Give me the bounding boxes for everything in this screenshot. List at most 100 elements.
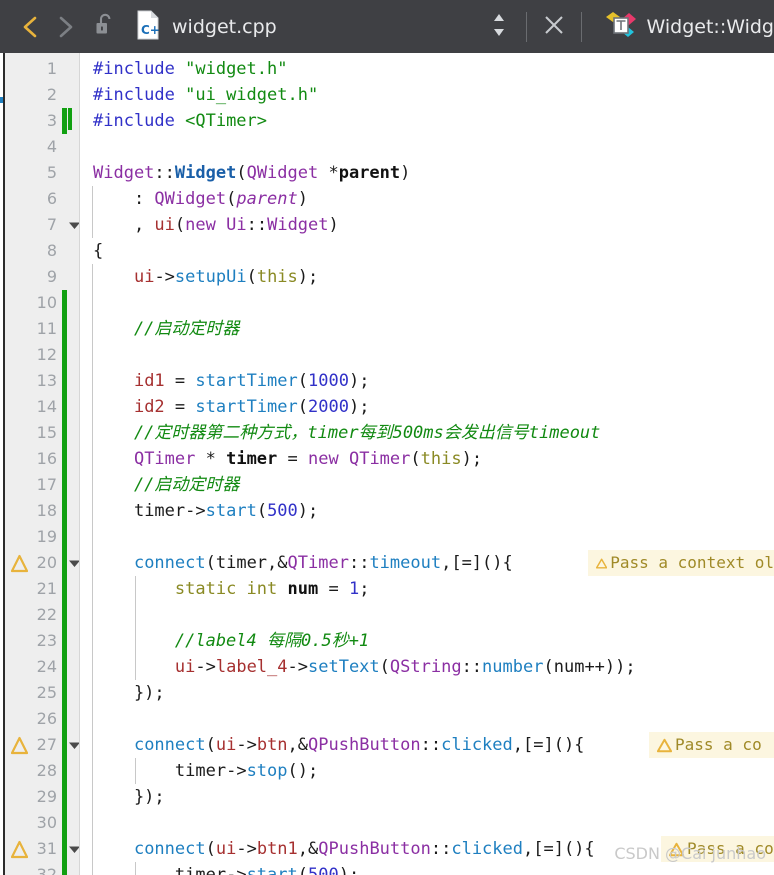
code-line[interactable]: timer->start(500); [80, 862, 774, 875]
code-token: = [164, 397, 196, 417]
filename-label[interactable]: widget.cpp [172, 16, 277, 38]
gutter-change-bar [62, 108, 67, 134]
code-line[interactable]: //定时器第二种方式，timer每到500ms会发出信号timeout [80, 420, 774, 446]
code-line[interactable] [80, 342, 774, 368]
code-token: -> [236, 735, 257, 755]
code-token: stop [246, 761, 288, 781]
code-token: = [277, 449, 308, 469]
indent-guide [92, 264, 93, 875]
code-line-text: timer->start(500); [93, 498, 318, 524]
code-token: ); [348, 397, 370, 417]
code-token: this [256, 267, 298, 287]
code-editor[interactable]: 1 2 3 4 5 6 7 8 9 10 11 12 13 14 15 16 17 18 19 20 21 22 23 24 2… [0, 53, 774, 875]
code-line[interactable]: #include <QTimer> [80, 108, 774, 134]
code-token: :: [154, 163, 175, 183]
code-line[interactable]: static int num = 1; [80, 576, 774, 602]
current-symbol-label[interactable]: Widget::Widg [647, 16, 774, 38]
code-line[interactable] [80, 290, 774, 316]
code-line[interactable]: : QWidget(parent) [80, 186, 774, 212]
code-line[interactable]: QTimer * timer = new QTimer(this); [80, 446, 774, 472]
code-token: ( [205, 735, 216, 755]
code-token: 500 [267, 501, 298, 521]
code-token: :: [461, 657, 483, 677]
code-line[interactable] [80, 524, 774, 550]
code-token: = [164, 371, 196, 391]
code-token: start [246, 865, 298, 875]
code-line[interactable]: //启动定时器 [80, 472, 774, 498]
code-line-text: #include "ui_widget.h" [93, 82, 318, 108]
code-token: ) [400, 163, 411, 183]
line-number: 10 [36, 293, 57, 312]
code-token: (); [287, 761, 319, 781]
code-token: ); [348, 371, 370, 391]
code-line[interactable]: { [80, 238, 774, 264]
code-token: ); [297, 501, 319, 521]
close-editor-button[interactable] [537, 7, 571, 47]
code-token: ( [246, 267, 257, 287]
code-token: QWidget [154, 189, 227, 209]
indent-guide [135, 862, 136, 875]
code-token: QPushButton [308, 735, 421, 755]
navigate-updown-button[interactable] [482, 7, 516, 47]
lock-toggle-button[interactable] [88, 7, 122, 47]
editor-gutter[interactable]: 1 2 3 4 5 6 7 8 9 10 11 12 13 14 15 16 17 18 19 20 21 22 23 24 2… [5, 53, 80, 875]
code-line[interactable]: //启动定时器 [80, 316, 774, 342]
code-line[interactable]: ui->label_4->setText(QString::number(num… [80, 654, 774, 680]
code-token: new [185, 215, 216, 235]
code-line[interactable]: timer->stop(); [80, 758, 774, 784]
code-line[interactable]: Widget::Widget(QWidget *parent) [80, 160, 774, 186]
code-token: timer [226, 449, 278, 469]
code-token: ,[=](){ [523, 839, 595, 859]
cpp-file-icon-button[interactable]: C++ [136, 10, 170, 44]
code-line[interactable]: timer->start(500); [80, 498, 774, 524]
line-number: 18 [36, 501, 57, 520]
code-token: timer [215, 553, 268, 573]
warning-marker-icon[interactable] [10, 550, 29, 576]
code-line[interactable]: , ui(new Ui::Widget) [80, 212, 774, 238]
code-token: btn [256, 735, 288, 755]
code-line[interactable]: id1 = startTimer(1000); [80, 368, 774, 394]
warning-marker-icon[interactable] [10, 836, 29, 862]
code-token: number [482, 657, 544, 677]
code-line[interactable]: ui->setupUi(this); [80, 264, 774, 290]
inline-warning-annotation[interactable]: Pass a co [649, 732, 774, 758]
code-token: connect [133, 839, 206, 859]
code-token: -> [226, 761, 247, 781]
code-line[interactable]: #include "ui_widget.h" [80, 82, 774, 108]
code-token: btn1 [256, 839, 298, 859]
line-number: 24 [36, 657, 57, 676]
code-surface[interactable]: #include "widget.h" #include "ui_widget.h… [80, 53, 774, 875]
inline-warning-annotation[interactable]: Pass a context ol [588, 550, 774, 576]
code-line[interactable]: }); [80, 680, 774, 706]
code-token: timer [174, 865, 227, 875]
code-token: Widget [174, 163, 237, 183]
code-token: Widget [93, 163, 155, 183]
line-number: 23 [36, 631, 57, 650]
code-line[interactable]: //label4 每隔0.5秒+1 [80, 628, 774, 654]
symbol-dropdown-icon-button[interactable] [604, 10, 638, 44]
code-line[interactable]: }); [80, 784, 774, 810]
code-line[interactable] [80, 706, 774, 732]
forward-button[interactable] [48, 7, 82, 47]
svg-text:C++: C++ [141, 23, 161, 37]
code-line[interactable] [80, 134, 774, 160]
line-number: 9 [46, 267, 57, 286]
code-line[interactable]: id2 = startTimer(2000); [80, 394, 774, 420]
code-line-text: }); [93, 680, 165, 706]
code-line[interactable] [80, 810, 774, 836]
code-line[interactable] [80, 602, 774, 628]
warning-marker-icon[interactable] [10, 732, 29, 758]
code-token: QString [389, 657, 462, 677]
code-token: -> [154, 267, 175, 287]
back-button[interactable] [14, 7, 48, 47]
code-token: #include [93, 85, 186, 105]
code-token: -> [185, 501, 206, 521]
code-token: static int [174, 579, 278, 599]
code-line[interactable]: #include "widget.h" [80, 56, 774, 82]
